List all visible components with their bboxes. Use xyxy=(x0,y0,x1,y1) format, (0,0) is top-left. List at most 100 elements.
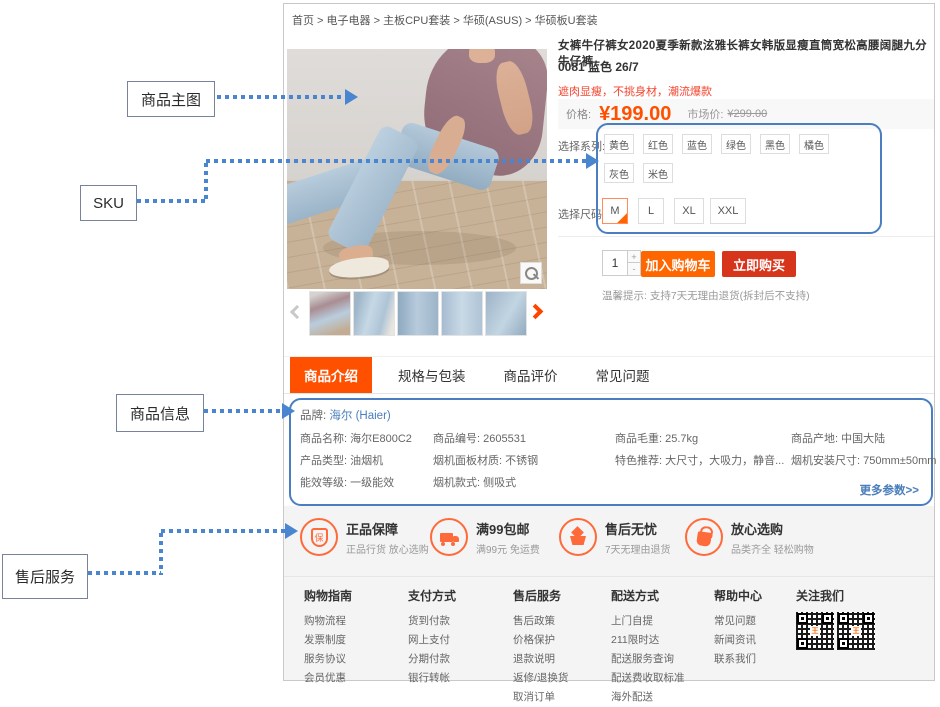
size-label: 选择尺码: xyxy=(558,206,605,222)
product-main-image[interactable] xyxy=(287,49,547,289)
annotation-arrow-line xyxy=(206,159,586,163)
footer-link[interactable]: 价格保护 xyxy=(513,631,568,650)
color-option-beige[interactable]: 米色 xyxy=(643,163,673,183)
footer-column-payment: 支付方式 货到付款 网上支付 分期付款 银行转帐 xyxy=(408,587,456,688)
qr-code-1: 王 xyxy=(796,612,834,650)
series-label: 选择系列: xyxy=(558,138,605,154)
thumbnail-2[interactable] xyxy=(353,291,395,336)
size-option-xl[interactable]: XL xyxy=(674,198,704,224)
annotation-arrow-line xyxy=(159,533,163,575)
thumbnail-3[interactable] xyxy=(397,291,439,336)
footer-link[interactable]: 服务协议 xyxy=(304,650,352,669)
info-column-1: 商品名称: 海尔E800C2 产品类型: 油烟机 能效等级: 一级能效 xyxy=(300,428,412,494)
tab-reviews[interactable]: 商品评价 xyxy=(492,357,570,393)
tab-faq[interactable]: 常见问题 xyxy=(584,357,662,393)
color-option-red[interactable]: 红色 xyxy=(643,134,673,154)
color-option-gray[interactable]: 灰色 xyxy=(604,163,634,183)
brand-link[interactable]: 海尔 (Haier) xyxy=(329,410,390,422)
service-title: 售后无忧 xyxy=(605,519,671,538)
info-field: 产品类型: 油烟机 xyxy=(300,450,412,472)
info-field: 商品产地: 中国大陆 xyxy=(791,428,940,450)
annotation-product-info: 商品信息 xyxy=(116,394,204,432)
quantity-decrease-button[interactable]: - xyxy=(628,263,641,276)
quantity-stepper: + - xyxy=(628,250,641,276)
breadcrumb[interactable]: 首页 > 电子电器 > 主板CPU套装 > 华硕(ASUS) > 华硕板U套装 xyxy=(292,12,598,28)
footer-link[interactable]: 联系我们 xyxy=(714,650,762,669)
footer-link[interactable]: 购物流程 xyxy=(304,612,352,631)
footer-link[interactable]: 售后政策 xyxy=(513,612,568,631)
price-value: ¥199.00 xyxy=(599,103,671,126)
footer-link[interactable]: 退款说明 xyxy=(513,650,568,669)
footer-column-after-sales: 售后服务 售后政策 价格保护 退款说明 返修/退换货 取消订单 xyxy=(513,587,568,707)
service-title: 放心选购 xyxy=(731,519,814,538)
footer-link[interactable]: 配送服务查询 xyxy=(611,650,685,669)
size-option-m-selected[interactable]: M xyxy=(602,198,628,224)
thumbnail-1[interactable] xyxy=(309,291,351,336)
tab-spec-packing[interactable]: 规格与包装 xyxy=(386,357,478,393)
shield-bao-icon: 保 xyxy=(300,518,338,556)
footer-link[interactable]: 海外配送 xyxy=(611,688,685,707)
annotation-arrow-line xyxy=(137,199,207,203)
footer-link[interactable]: 会员优惠 xyxy=(304,669,352,688)
buy-now-button[interactable]: 立即购买 xyxy=(722,251,796,277)
size-option-xxl[interactable]: XXL xyxy=(710,198,746,224)
quantity-increase-button[interactable]: + xyxy=(628,250,641,263)
service-authentic: 保 正品保障 正品行货 放心选购 xyxy=(300,518,429,556)
service-subtitle: 7天无理由退货 xyxy=(605,541,671,556)
product-title-line2: 0081 蓝色 26/7 xyxy=(558,58,639,75)
detail-tabbar: 商品介绍 规格与包装 商品评价 常见问题 xyxy=(284,356,934,394)
thumbnail-4[interactable] xyxy=(441,291,483,336)
thumbs-next-icon[interactable] xyxy=(528,304,544,320)
color-option-black[interactable]: 黑色 xyxy=(760,134,790,154)
footer-link[interactable]: 货到付款 xyxy=(408,612,456,631)
returns-box-icon xyxy=(559,518,597,556)
info-column-4: 商品产地: 中国大陆 烟机安装尺寸: 750mm±50mm (烟... xyxy=(791,428,940,472)
annotation-after-sales: 售后服务 xyxy=(2,554,88,599)
more-params-link[interactable]: 更多参数>> xyxy=(860,482,919,498)
shopping-bag-icon xyxy=(685,518,723,556)
add-to-cart-button[interactable]: 加入购物车 xyxy=(641,251,715,277)
arrow-right-icon xyxy=(586,153,599,169)
arrow-right-icon xyxy=(285,523,298,539)
color-option-green[interactable]: 绿色 xyxy=(721,134,751,154)
footer-column-delivery: 配送方式 上门自提 211限时达 配送服务查询 配送费收取标准 海外配送 xyxy=(611,587,685,707)
footer-column-help-center: 帮助中心 常见问题 新闻资讯 联系我们 xyxy=(714,587,762,669)
footer-link[interactable]: 配送费收取标准 xyxy=(611,669,685,688)
magnifier-icon[interactable] xyxy=(520,262,542,284)
info-column-3: 商品毛重: 25.7kg 特色推荐: 大尺寸，大吸力，静音... xyxy=(615,428,784,472)
quantity-input[interactable]: 1 xyxy=(602,250,628,276)
product-info-box: 品牌: 海尔 (Haier) 商品名称: 海尔E800C2 产品类型: 油烟机 … xyxy=(289,398,933,506)
thumbs-prev-icon[interactable] xyxy=(290,305,304,319)
info-field: 能效等级: 一级能效 xyxy=(300,472,412,494)
brand-label: 品牌: xyxy=(300,410,326,422)
service-title: 正品保障 xyxy=(346,519,429,538)
footer-link[interactable]: 发票制度 xyxy=(304,631,352,650)
service-free-shipping: 满99包邮 满99元 免运费 xyxy=(430,518,540,556)
footer-link[interactable]: 取消订单 xyxy=(513,688,568,707)
thumbnail-5[interactable] xyxy=(485,291,527,336)
info-field: 烟机款式: 侧吸式 xyxy=(433,472,538,494)
footer-link[interactable]: 211限时达 xyxy=(611,631,685,650)
annotation-arrow-line xyxy=(204,163,208,203)
color-option-orange[interactable]: 橘色 xyxy=(799,134,829,154)
price-bar: 价格: ¥199.00 市场价: ¥299.00 xyxy=(558,99,934,129)
footer-link[interactable]: 银行转帐 xyxy=(408,669,456,688)
footer-link[interactable]: 常见问题 xyxy=(714,612,762,631)
annotation-main-image: 商品主图 xyxy=(127,81,215,117)
brand-line: 品牌: 海尔 (Haier) xyxy=(300,407,391,423)
size-option-l[interactable]: L xyxy=(638,198,664,224)
color-option-yellow[interactable]: 黄色 xyxy=(604,134,634,154)
footer-link[interactable]: 网上支付 xyxy=(408,631,456,650)
service-after-sales: 售后无忧 7天无理由退货 xyxy=(559,518,671,556)
info-field: 特色推荐: 大尺寸，大吸力，静音... xyxy=(615,450,784,472)
footer-link[interactable]: 上门自提 xyxy=(611,612,685,631)
market-price-label: 市场价: xyxy=(687,106,723,122)
service-title: 满99包邮 xyxy=(476,519,540,538)
tab-product-intro[interactable]: 商品介绍 xyxy=(290,357,372,393)
arrow-right-icon xyxy=(345,89,358,105)
promo-text: 遮肉显瘦，不挑身材，潮流爆款 xyxy=(558,83,712,99)
footer-link[interactable]: 返修/退换货 xyxy=(513,669,568,688)
color-option-blue[interactable]: 蓝色 xyxy=(682,134,712,154)
footer-link[interactable]: 新闻资讯 xyxy=(714,631,762,650)
footer-link[interactable]: 分期付款 xyxy=(408,650,456,669)
